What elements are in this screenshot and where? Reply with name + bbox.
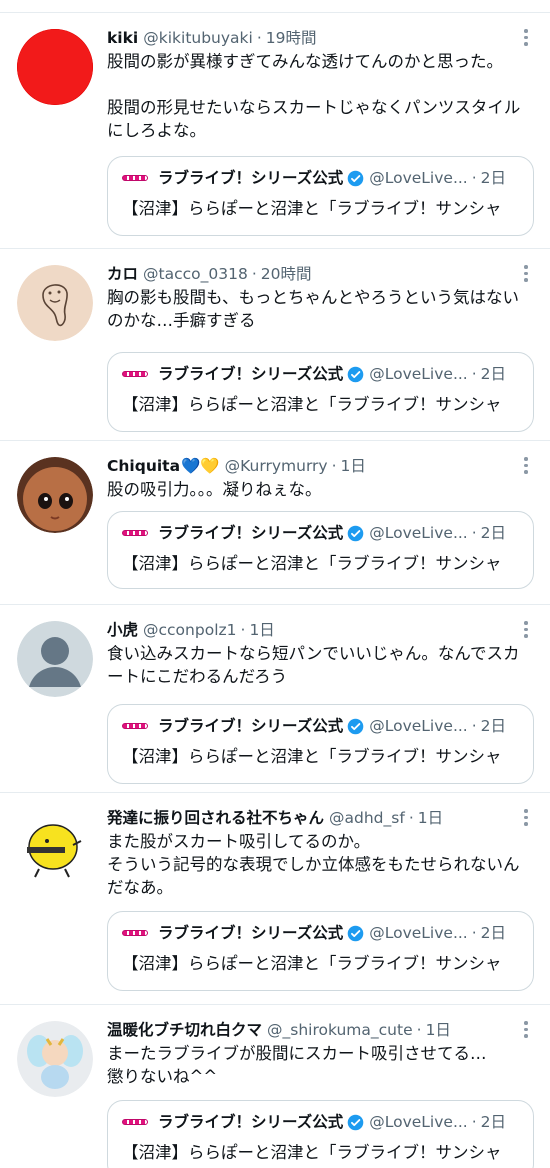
separator-dot: · bbox=[251, 265, 257, 283]
timestamp[interactable]: 1日 bbox=[426, 1019, 451, 1041]
avatar[interactable] bbox=[17, 265, 93, 341]
quoted-tweet[interactable]: ラブライブ！シリーズ公式 @LoveLive... · 2日 【沼津】ららぽーと… bbox=[107, 511, 534, 589]
quoted-handle: @LoveLive... bbox=[369, 524, 468, 542]
user-handle[interactable]: @cconpolz1 bbox=[143, 619, 236, 641]
quoted-tweet[interactable]: ラブライブ！シリーズ公式 @LoveLive... · 2日 【沼津】ららぽーと… bbox=[107, 911, 534, 991]
name-emoji: 💙💛 bbox=[181, 457, 220, 475]
avatar[interactable] bbox=[17, 457, 93, 533]
verified-badge-icon bbox=[347, 366, 364, 382]
quoted-timestamp: 2日 bbox=[480, 1113, 507, 1131]
separator-dot: · bbox=[408, 809, 414, 827]
avatar[interactable] bbox=[17, 809, 93, 885]
tweet-feed: kiki @kikitubuyaki · 19時間 股間の影が異様すぎてみんな透… bbox=[0, 0, 550, 1168]
quoted-handle: @LoveLive... bbox=[369, 169, 468, 187]
quoted-display-name: ラブライブ！シリーズ公式 bbox=[158, 1113, 344, 1131]
verified-badge-icon bbox=[347, 170, 364, 186]
quoted-display-name: ラブライブ！シリーズ公式 bbox=[158, 924, 344, 942]
quoted-timestamp: 2日 bbox=[480, 365, 507, 383]
display-name[interactable]: 発達に振り回される社不ちゃん bbox=[107, 807, 324, 829]
avatar[interactable] bbox=[17, 621, 93, 697]
more-options-icon[interactable] bbox=[524, 621, 528, 641]
tweet-text: 股の吸引力。。。凝りねぇな。 bbox=[107, 480, 322, 499]
quoted-display-name: ラブライブ！シリーズ公式 bbox=[158, 524, 344, 542]
display-name[interactable]: kiki bbox=[107, 27, 138, 49]
verified-badge-icon bbox=[347, 1114, 364, 1130]
display-name[interactable]: Chiquita bbox=[107, 455, 180, 477]
more-options-icon[interactable] bbox=[524, 29, 528, 49]
tweet-text: 食い込みスカートなら短パンでいいじゃん。なんでスカートにこだわるんだろう bbox=[107, 644, 520, 686]
quoted-tweet[interactable]: ラブライブ！シリーズ公式 @LoveLive... · 2日 【沼津】ららぽーと… bbox=[107, 1100, 534, 1168]
quoted-text: 【沼津】ららぽーと沼津と「ラブライブ！サンシャ bbox=[122, 395, 502, 414]
verified-badge-icon bbox=[347, 525, 364, 541]
quoted-tweet[interactable]: ラブライブ！シリーズ公式 @LoveLive... · 2日 【沼津】ららぽーと… bbox=[107, 704, 534, 784]
quoted-text: 【沼津】ららぽーと沼津と「ラブライブ！サンシャ bbox=[122, 554, 502, 573]
quoted-text: 【沼津】ららぽーと沼津と「ラブライブ！サンシャ bbox=[122, 954, 502, 973]
quoted-handle: @LoveLive... bbox=[369, 924, 468, 942]
tweet[interactable]: カロ @tacco_0318 · 20時間 胸の影も股間も、もっとちゃんとやろう… bbox=[0, 249, 550, 441]
quoted-text: 【沼津】ららぽーと沼津と「ラブライブ！サンシャ bbox=[122, 747, 502, 766]
timestamp[interactable]: 1日 bbox=[341, 455, 366, 477]
separator-dot: · bbox=[471, 169, 477, 187]
quoted-handle: @LoveLive... bbox=[369, 717, 468, 735]
display-name[interactable]: 温暖化ブチ切れ白クマ bbox=[107, 1019, 262, 1041]
avatar[interactable] bbox=[17, 29, 93, 105]
quoted-avatar bbox=[122, 175, 148, 181]
display-name[interactable]: 小虎 bbox=[107, 619, 138, 641]
separator-dot: · bbox=[471, 524, 477, 542]
user-handle[interactable]: @_shirokuma_cute bbox=[267, 1019, 413, 1041]
quoted-timestamp: 2日 bbox=[480, 924, 507, 942]
quoted-avatar bbox=[122, 723, 148, 729]
more-options-icon[interactable] bbox=[524, 809, 528, 829]
more-options-icon[interactable] bbox=[524, 1021, 528, 1041]
separator-dot: · bbox=[471, 924, 477, 942]
quoted-display-name: ラブライブ！シリーズ公式 bbox=[158, 365, 344, 383]
quoted-display-name: ラブライブ！シリーズ公式 bbox=[158, 169, 344, 187]
more-options-icon[interactable] bbox=[524, 265, 528, 285]
separator-dot: · bbox=[471, 365, 477, 383]
user-handle[interactable]: @adhd_sf bbox=[329, 807, 405, 829]
separator-dot: · bbox=[471, 1113, 477, 1131]
quoted-display-name: ラブライブ！シリーズ公式 bbox=[158, 717, 344, 735]
quoted-tweet[interactable]: ラブライブ！シリーズ公式 @LoveLive... · 2日 【沼津】ららぽーと… bbox=[107, 352, 534, 432]
timestamp[interactable]: 19時間 bbox=[266, 27, 317, 49]
quoted-text: 【沼津】ららぽーと沼津と「ラブライブ！サンシャ bbox=[122, 1143, 502, 1162]
avatar[interactable] bbox=[17, 1021, 93, 1097]
tweet-text: 胸の影も股間も、もっとちゃんとやろうという気はないのかな…手癖すぎる bbox=[107, 288, 520, 330]
tweet-text: まーたラブライブが股間にスカート吸引させてる… 懲りないね^^ bbox=[107, 1044, 487, 1086]
separator-dot: · bbox=[471, 717, 477, 735]
separator-dot: · bbox=[240, 621, 246, 639]
quoted-handle: @LoveLive... bbox=[369, 1113, 468, 1131]
tweet[interactable]: 発達に振り回される社不ちゃん @adhd_sf · 1日 また股がスカート吸引し… bbox=[0, 793, 550, 1005]
verified-badge-icon bbox=[347, 718, 364, 734]
separator-dot: · bbox=[331, 457, 337, 475]
display-name[interactable]: カロ bbox=[107, 263, 138, 285]
timestamp[interactable]: 20時間 bbox=[261, 263, 312, 285]
tweet-text: また股がスカート吸引してるのか。 そういう記号的な表現でしか立体感をもたせられな… bbox=[107, 832, 520, 897]
user-handle[interactable]: @tacco_0318 bbox=[143, 263, 248, 285]
quoted-text: 【沼津】ららぽーと沼津と「ラブライブ！サンシャ bbox=[122, 199, 502, 218]
quoted-timestamp: 2日 bbox=[480, 524, 507, 542]
tweet-text: 股間の影が異様すぎてみんな透けてんのかと思った。 股間の形見せたいならスカートじ… bbox=[107, 52, 521, 140]
quoted-avatar bbox=[122, 530, 148, 536]
user-handle[interactable]: @kikitubuyaki bbox=[143, 27, 253, 49]
quoted-timestamp: 2日 bbox=[480, 169, 507, 187]
quoted-tweet[interactable]: ラブライブ！シリーズ公式 @LoveLive... · 2日 【沼津】ららぽーと… bbox=[107, 156, 534, 236]
user-handle[interactable]: @Kurrymurry bbox=[225, 455, 328, 477]
quoted-avatar bbox=[122, 930, 148, 936]
tweet[interactable]: 温暖化ブチ切れ白クマ @_shirokuma_cute · 1日 まーたラブライ… bbox=[0, 1005, 550, 1168]
verified-badge-icon bbox=[347, 925, 364, 941]
more-options-icon[interactable] bbox=[524, 457, 528, 477]
quoted-avatar bbox=[122, 371, 148, 377]
quoted-handle: @LoveLive... bbox=[369, 365, 468, 383]
timestamp[interactable]: 1日 bbox=[249, 619, 274, 641]
separator-dot: · bbox=[416, 1021, 422, 1039]
quoted-timestamp: 2日 bbox=[480, 717, 507, 735]
timestamp[interactable]: 1日 bbox=[418, 807, 443, 829]
tweet[interactable]: kiki @kikitubuyaki · 19時間 股間の影が異様すぎてみんな透… bbox=[0, 13, 550, 249]
quoted-avatar bbox=[122, 1119, 148, 1125]
separator-dot: · bbox=[256, 29, 262, 47]
tweet[interactable]: 小虎 @cconpolz1 · 1日 食い込みスカートなら短パンでいいじゃん。な… bbox=[0, 605, 550, 793]
tweet[interactable]: Chiquita 💙💛 @Kurrymurry · 1日 股の吸引力。。。凝りね… bbox=[0, 441, 550, 605]
